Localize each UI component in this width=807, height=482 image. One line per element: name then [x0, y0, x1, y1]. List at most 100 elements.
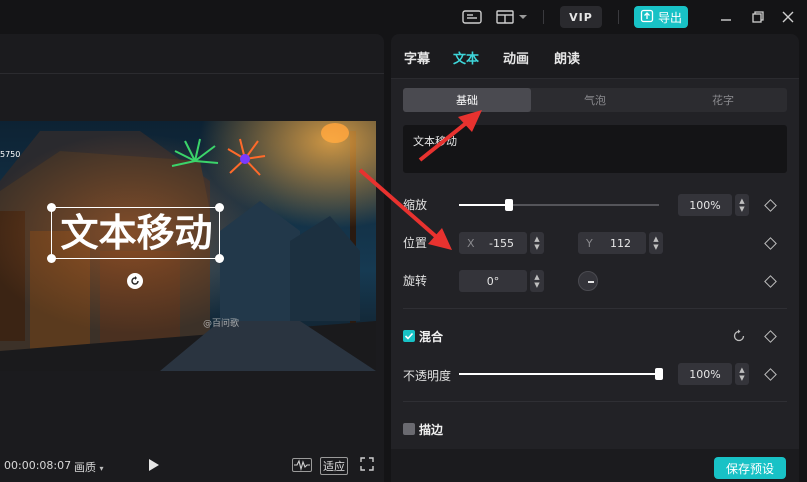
save-preset-button[interactable]: 保存预设 — [714, 457, 786, 479]
opacity-value: 100% — [689, 367, 721, 381]
player-header — [0, 34, 384, 74]
scale-value: 100% — [689, 198, 721, 212]
stroke-title: 描边 — [419, 423, 444, 437]
blend-checkbox[interactable] — [403, 330, 415, 342]
reset-icon[interactable] — [732, 329, 746, 346]
quality-dropdown[interactable]: 画质 ▾ — [74, 459, 104, 475]
player-panel: 5750 @百问歌 文本移动 00:00:08:07 画质 ▾ 适应 — [0, 34, 384, 482]
resize-handle-bottom-left[interactable] — [47, 254, 56, 263]
position-x-label: X — [467, 236, 475, 250]
rotation-dial-pointer — [588, 281, 594, 283]
position-y-stepper[interactable]: ▲ ▼ — [649, 232, 663, 254]
property-tabs: 字幕 文本 动画 朗读 — [391, 34, 799, 78]
text-properties: 基础 气泡 花字 文本移动 缩放 100% ▲ ▼ 位置 X -155 ▲ ▼ Y … — [391, 79, 799, 449]
overlay-text: 文本移动 — [60, 211, 213, 255]
tab-read-aloud[interactable]: 朗读 — [554, 48, 580, 67]
toolbar-divider — [618, 10, 619, 24]
position-y-input[interactable]: Y 112 — [578, 232, 646, 254]
export-button[interactable]: 导出 — [634, 6, 688, 28]
position-y-value: 112 — [610, 236, 631, 250]
quality-label: 画质 — [74, 461, 96, 474]
position-x-value: -155 — [489, 236, 514, 250]
chevron-up-icon[interactable]: ▲ — [739, 366, 744, 374]
segment-bubble[interactable]: 气泡 — [531, 88, 659, 112]
rotation-label: 旋转 — [403, 274, 428, 288]
chevron-down-icon[interactable]: ▼ — [739, 205, 744, 213]
play-icon[interactable] — [148, 458, 160, 475]
chevron-down-icon: ▾ — [99, 464, 104, 473]
resize-handle-top-left[interactable] — [47, 203, 56, 212]
section-divider — [403, 308, 787, 309]
scale-stepper[interactable]: ▲ ▼ — [735, 194, 749, 216]
chevron-up-icon[interactable]: ▲ — [739, 197, 744, 205]
player-controls: 00:00:08:07 画质 ▾ 适应 — [0, 442, 384, 482]
resize-handle-bottom-right[interactable] — [215, 254, 224, 263]
save-preset-label: 保存预设 — [725, 461, 774, 476]
fit-label: 适应 — [323, 460, 345, 473]
restore-icon[interactable] — [750, 6, 766, 28]
segment-basic[interactable]: 基础 — [403, 88, 531, 112]
properties-panel: 字幕 文本 动画 朗读 基础 气泡 花字 文本移动 缩放 100% ▲ ▼ 位置 … — [391, 34, 799, 482]
rotation-dial-icon[interactable] — [578, 271, 598, 291]
waveform-icon[interactable] — [292, 458, 312, 472]
chevron-up-icon[interactable]: ▲ — [534, 235, 539, 243]
video-preview[interactable]: 5750 @百问歌 文本移动 — [0, 121, 376, 371]
scale-value-input[interactable]: 100% — [678, 194, 732, 216]
opacity-slider-handle[interactable] — [655, 368, 663, 380]
rotation-value: 0° — [486, 274, 500, 288]
rotation-input[interactable]: 0° — [459, 270, 527, 292]
scale-slider-handle[interactable] — [505, 199, 513, 211]
toolbar-divider — [543, 10, 544, 24]
chevron-up-icon[interactable]: ▲ — [653, 235, 658, 243]
chevron-down-icon[interactable]: ▼ — [534, 243, 539, 251]
corner-label: 5750 — [0, 150, 21, 159]
close-icon[interactable] — [780, 6, 796, 28]
vip-badge[interactable]: VIP — [560, 6, 602, 28]
export-label: 导出 — [657, 10, 682, 25]
segment-fancy-text[interactable]: 花字 — [659, 88, 787, 112]
position-keyframe-icon[interactable] — [764, 237, 777, 250]
resize-handle-top-right[interactable] — [215, 203, 224, 212]
chevron-down-icon[interactable]: ▼ — [534, 281, 539, 289]
rotate-handle-icon[interactable] — [127, 273, 143, 289]
scale-keyframe-icon[interactable] — [764, 199, 777, 212]
timecode: 00:00:08:07 — [4, 459, 72, 472]
fit-button[interactable]: 适应 — [320, 457, 348, 475]
upload-icon — [640, 9, 654, 26]
panel-footer: 保存预设 — [391, 449, 799, 482]
watermark-text: @百问歌 — [203, 319, 240, 329]
text-content-input[interactable]: 文本移动 — [403, 125, 787, 173]
scale-label: 缩放 — [403, 198, 428, 212]
opacity-keyframe-icon[interactable] — [764, 368, 777, 381]
chevron-down-icon[interactable]: ▼ — [653, 243, 658, 251]
tab-text[interactable]: 文本 — [453, 48, 479, 67]
position-label: 位置 — [403, 236, 428, 250]
blend-keyframe-icon[interactable] — [764, 330, 777, 343]
chevron-down-icon[interactable]: ▼ — [739, 374, 744, 382]
chevron-up-icon[interactable]: ▲ — [534, 273, 539, 281]
opacity-label: 不透明度 — [403, 369, 452, 383]
style-segmented-control: 基础 气泡 花字 — [403, 88, 787, 112]
opacity-stepper[interactable]: ▲ ▼ — [735, 363, 749, 385]
chevron-down-icon[interactable] — [517, 6, 529, 28]
subtitle-icon[interactable] — [460, 6, 484, 28]
rotation-keyframe-icon[interactable] — [764, 275, 777, 288]
stroke-checkbox[interactable] — [403, 423, 415, 435]
scale-slider-fill — [459, 204, 509, 206]
opacity-value-input[interactable]: 100% — [678, 363, 732, 385]
opacity-slider-fill — [459, 373, 659, 375]
text-selection-box[interactable]: 文本移动 — [47, 203, 224, 263]
rotation-stepper[interactable]: ▲ ▼ — [530, 270, 544, 292]
position-x-input[interactable]: X -155 — [459, 232, 527, 254]
tab-subtitle[interactable]: 字幕 — [404, 48, 430, 67]
title-bar: VIP 导出 — [0, 0, 807, 34]
minimize-icon[interactable] — [718, 6, 734, 28]
fullscreen-icon[interactable] — [360, 457, 374, 474]
position-y-label: Y — [586, 236, 593, 250]
tab-animation[interactable]: 动画 — [503, 48, 529, 67]
blend-title: 混合 — [419, 330, 444, 344]
vip-label: VIP — [569, 10, 593, 24]
position-x-stepper[interactable]: ▲ ▼ — [530, 232, 544, 254]
layout-icon[interactable] — [494, 6, 516, 28]
section-divider — [403, 401, 787, 402]
